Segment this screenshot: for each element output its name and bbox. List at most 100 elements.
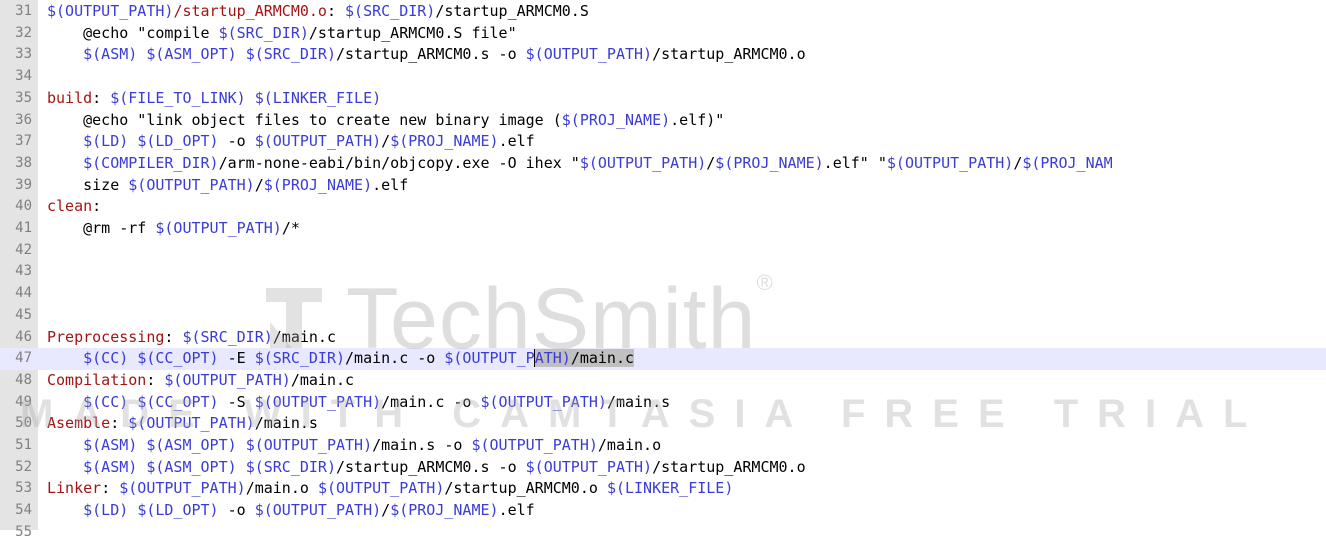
code-text[interactable]: $(LD) $(LD_OPT) -o $(OUTPUT_PATH)/$(PROJ… bbox=[47, 500, 535, 522]
code-line[interactable]: 44 bbox=[0, 283, 1326, 305]
make-variable: $(OUTPUT_PATH) bbox=[128, 414, 255, 433]
line-number: 44 bbox=[15, 285, 32, 302]
make-variable: $(CC_OPT) bbox=[137, 349, 219, 368]
line-number: 43 bbox=[15, 263, 32, 280]
code-line[interactable]: 43 bbox=[0, 261, 1326, 283]
make-variable: $(OUTPUT_PATH) bbox=[480, 392, 607, 411]
make-target: build bbox=[47, 88, 93, 107]
code-line[interactable]: 42 bbox=[0, 240, 1326, 262]
code-token: / bbox=[706, 153, 716, 172]
code-line[interactable]: 45 bbox=[0, 305, 1326, 327]
make-variable: $(PROJ_NAME) bbox=[561, 110, 671, 129]
code-token: /main.o bbox=[245, 479, 318, 498]
code-text[interactable]: clean: bbox=[47, 196, 101, 218]
code-text[interactable]: Asemble: $(OUTPUT_PATH)/main.s bbox=[47, 413, 318, 435]
code-line[interactable]: 46 Preprocessing: $(SRC_DIR)/main.c bbox=[0, 327, 1326, 349]
code-text[interactable]: $(LD) $(LD_OPT) -o $(OUTPUT_PATH)/$(PROJ… bbox=[47, 131, 535, 153]
code-text[interactable]: @echo "link object files to create new b… bbox=[47, 110, 724, 132]
code-line[interactable]: 32 @echo "compile $(SRC_DIR)/startup_ARM… bbox=[0, 23, 1326, 45]
code-line[interactable]: 38 $(COMPILER_DIR)/arm-none-eabi/bin/obj… bbox=[0, 153, 1326, 175]
make-variable: $(CC) bbox=[83, 349, 129, 368]
code-line[interactable]: 51 $(ASM) $(ASM_OPT) $(OUTPUT_PATH)/main… bbox=[0, 435, 1326, 457]
code-line[interactable]: 53 Linker: $(OUTPUT_PATH)/main.o $(OUTPUT… bbox=[0, 478, 1326, 500]
line-number: 49 bbox=[15, 393, 32, 410]
code-editor[interactable]: 31 $(OUTPUT_PATH)/startup_ARMCM0.o: $(SRC… bbox=[0, 0, 1326, 540]
code-token: : bbox=[101, 479, 120, 498]
code-text[interactable]: $(CC) $(CC_OPT) -S $(OUTPUT_PATH)/main.c… bbox=[47, 392, 670, 414]
make-variable: $(OUTPUT_PATH) bbox=[254, 501, 382, 520]
code-line[interactable]: 35 build: $(FILE_TO_LINK) $(LINKER_FILE) bbox=[0, 88, 1326, 110]
code-line[interactable]: 33 $(ASM) $(ASM_OPT) $(SRC_DIR)/startup_… bbox=[0, 44, 1326, 66]
code-token: /main.c -o bbox=[381, 392, 481, 411]
make-variable: $(SRC_DIR) bbox=[245, 45, 336, 64]
code-line[interactable]: 50 Asemble: $(OUTPUT_PATH)/main.s bbox=[0, 413, 1326, 435]
make-target: /startup_ARMCM0.o bbox=[173, 2, 327, 20]
make-target: Compilation bbox=[47, 370, 147, 389]
code-text[interactable]: size $(OUTPUT_PATH)/$(PROJ_NAME).elf bbox=[47, 175, 408, 197]
code-line[interactable]: 41 @rm -rf $(OUTPUT_PATH)/* bbox=[0, 218, 1326, 240]
make-variable: $(PROJ_NAME) bbox=[390, 501, 499, 520]
code-token: /startup_ARMCM0.S file" bbox=[308, 23, 517, 42]
line-number: 53 bbox=[15, 480, 32, 497]
make-variable: $(ASM) bbox=[83, 436, 138, 454]
code-line[interactable]: 48 Compilation: $(OUTPUT_PATH)/main.c bbox=[0, 370, 1326, 392]
code-line[interactable]: 47 $(CC) $(CC_OPT) -E $(SRC_DIR)/main.c … bbox=[0, 348, 1326, 370]
code-text[interactable]: Compilation: $(OUTPUT_PATH)/main.c bbox=[47, 370, 354, 392]
code-text[interactable]: $(ASM) $(ASM_OPT) $(OUTPUT_PATH)/main.s … bbox=[47, 435, 661, 457]
make-variable: $(OUTPUT_PATH) bbox=[254, 392, 382, 411]
make-variable: $(OUTPUT_PATH) bbox=[886, 153, 1014, 172]
code-text[interactable]: $(ASM) $(ASM_OPT) $(SRC_DIR)/startup_ARM… bbox=[47, 457, 806, 479]
code-token: .elf bbox=[498, 132, 535, 151]
make-variable: ATH) bbox=[533, 349, 571, 368]
code-token: -E bbox=[218, 349, 255, 368]
code-text[interactable]: build: $(FILE_TO_LINK) $(LINKER_FILE) bbox=[47, 88, 381, 110]
line-number: 55 bbox=[15, 523, 32, 540]
code-line[interactable]: 54 $(LD) $(LD_OPT) -o $(OUTPUT_PATH)/$(P… bbox=[0, 500, 1326, 522]
line-number: 48 bbox=[15, 371, 32, 388]
make-variable: $(ASM_OPT) bbox=[146, 457, 237, 476]
make-variable: $(LD) bbox=[83, 501, 129, 520]
code-token: /main.s bbox=[606, 392, 671, 411]
line-number: 32 bbox=[15, 24, 32, 41]
code-text[interactable]: $(CC) $(CC_OPT) -E $(SRC_DIR)/main.c -o … bbox=[47, 348, 635, 370]
code-line[interactable]: 52 $(ASM) $(ASM_OPT) $(SRC_DIR)/startup_… bbox=[0, 457, 1326, 479]
code-line[interactable]: 55 bbox=[0, 522, 1326, 544]
make-variable: $(OUTPUT_PATH) bbox=[317, 479, 445, 498]
code-line[interactable]: 34 bbox=[0, 66, 1326, 88]
line-number: 40 bbox=[15, 198, 32, 215]
code-text[interactable]: $(ASM) $(ASM_OPT) $(SRC_DIR)/startup_ARM… bbox=[47, 44, 806, 66]
code-line[interactable]: 37 $(LD) $(LD_OPT) -o $(OUTPUT_PATH)/$(P… bbox=[0, 131, 1326, 153]
line-number: 42 bbox=[15, 241, 32, 258]
code-line[interactable]: 49 $(CC) $(CC_OPT) -S $(OUTPUT_PATH)/mai… bbox=[0, 392, 1326, 414]
code-token: @echo "compile bbox=[47, 23, 219, 42]
make-variable: $(SRC_DIR) bbox=[254, 349, 346, 368]
make-variable: $(OUTPUT_PATH) bbox=[579, 153, 707, 172]
make-variable: $(PROJ_NAME) bbox=[390, 132, 499, 151]
code-line[interactable]: 40 clean: bbox=[0, 196, 1326, 218]
code-text[interactable]: @echo "compile $(SRC_DIR)/startup_ARMCM0… bbox=[47, 23, 517, 45]
code-text[interactable]: Preprocessing: $(SRC_DIR)/main.c bbox=[47, 327, 336, 349]
code-line[interactable]: 36 @echo "link object files to create ne… bbox=[0, 110, 1326, 132]
code-text[interactable]: $(OUTPUT_PATH)/startup_ARMCM0.o: $(SRC_D… bbox=[47, 1, 589, 23]
line-number: 51 bbox=[15, 437, 32, 453]
code-token: : bbox=[92, 88, 111, 107]
code-text[interactable]: $(COMPILER_DIR)/arm-none-eabi/bin/objcop… bbox=[47, 153, 1113, 175]
make-variable: $(SRC_DIR) bbox=[245, 457, 336, 476]
code-text[interactable]: Linker: $(OUTPUT_PATH)/main.o $(OUTPUT_P… bbox=[47, 478, 733, 500]
line-number: 31 bbox=[15, 3, 32, 19]
code-token: -S bbox=[218, 392, 255, 411]
code-line[interactable]: 31 $(OUTPUT_PATH)/startup_ARMCM0.o: $(SRC… bbox=[0, 1, 1326, 23]
line-number: 38 bbox=[15, 154, 32, 171]
code-line[interactable]: 39 size $(OUTPUT_PATH)/$(PROJ_NAME).elf bbox=[0, 175, 1326, 197]
code-text[interactable]: @rm -rf $(OUTPUT_PATH)/* bbox=[47, 218, 300, 240]
code-token: /startup_ARMCM0.o bbox=[652, 457, 806, 476]
make-variable: $(OUTPUT_PATH) bbox=[525, 45, 653, 64]
make-variable: $(PROJ_NAM bbox=[1022, 153, 1113, 172]
code-token: /main.c bbox=[570, 349, 635, 368]
